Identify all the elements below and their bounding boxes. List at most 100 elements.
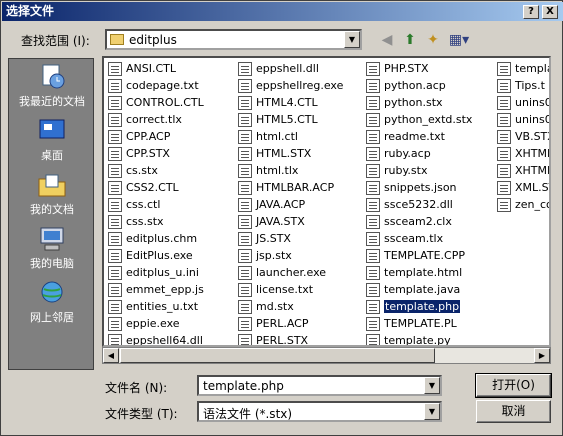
file-item[interactable]: python.acp [366,77,446,94]
filename-input[interactable]: template.php ▼ [197,375,442,396]
help-button[interactable]: ? [523,5,539,19]
look-in-dropdown[interactable]: editplus ▼ [105,29,362,50]
file-item[interactable]: JS.STX [238,230,291,247]
file-item[interactable]: css.stx [108,213,164,230]
file-item[interactable]: unins0 [497,111,549,128]
chevron-down-icon[interactable]: ▼ [424,403,440,420]
file-item[interactable]: eppshell.dll [238,60,319,77]
file-item[interactable]: ruby.stx [366,162,427,179]
file-item[interactable]: html.ctl [238,128,298,145]
file-item[interactable]: ssceam2.clx [366,213,452,230]
file-icon [108,232,122,246]
file-item[interactable]: PERL.STX [238,332,308,345]
horizontal-scrollbar[interactable]: ◀ ▶ [102,347,551,364]
file-item[interactable]: PERL.ACP [238,315,309,332]
file-item[interactable]: codepage.txt [108,77,199,94]
file-item[interactable]: cs.stx [108,162,158,179]
file-list[interactable]: ANSI.CTL codepage.txt CONTROL.CTL correct.t… [102,56,551,347]
file-item[interactable]: HTML5.CTL [238,111,318,128]
file-icon [238,266,252,280]
up-folder-icon[interactable]: ⬆ [399,29,421,51]
file-item[interactable]: readme.txt [366,128,445,145]
file-item[interactable]: TEMPLATE.PL [366,315,457,332]
file-icon [366,62,380,76]
file-item[interactable]: template.html [366,264,462,281]
file-item[interactable]: CSS2.CTL [108,179,179,196]
open-button[interactable]: 打开(O) [475,373,552,398]
file-item[interactable]: HTML.STX [238,145,311,162]
file-item[interactable]: CPP.ACP [108,128,170,145]
file-item[interactable]: ssce5232.dll [366,196,453,213]
file-item[interactable]: python_extd.stx [366,111,472,128]
file-item[interactable]: template.java [366,281,460,298]
file-item[interactable]: launcher.exe [238,264,326,281]
file-item[interactable]: ruby.acp [366,145,431,162]
file-item[interactable]: HTMLBAR.ACP [238,179,334,196]
file-item[interactable]: template.php [366,298,461,315]
file-item[interactable]: CPP.STX [108,145,170,162]
back-arrow-icon[interactable]: ◀ [376,29,398,51]
scroll-thumb[interactable] [120,348,435,363]
file-item[interactable]: md.stx [238,298,294,315]
file-item[interactable]: JAVA.ACP [238,196,305,213]
file-item[interactable]: correct.tlx [108,111,182,128]
file-item[interactable]: unins0 [497,94,551,111]
file-dialog: 选择文件 ? X 查找范围 (I): editplus ▼ ◀ ⬆ ✦ ▦▾ 我… [0,0,563,436]
file-item[interactable]: zen_co [497,196,549,213]
place-label: 网上邻居 [30,311,74,324]
file-name: css.stx [126,215,164,228]
file-item[interactable]: XHTMLB [497,162,549,179]
file-item[interactable]: eppshellreg.exe [238,77,343,94]
file-item[interactable]: editplus_u.ini [108,264,199,281]
close-button[interactable]: X [542,5,558,19]
new-folder-icon[interactable]: ✦ [422,29,444,51]
file-name: unins0 [515,96,551,109]
file-icon [108,300,122,314]
file-item[interactable]: emmet_epp.js [108,281,204,298]
file-item[interactable]: snippets.json [366,179,457,196]
file-item[interactable]: XHTML. [497,145,549,162]
file-item[interactable]: XML.ST [497,179,549,196]
file-item[interactable]: ssceam.tlx [366,230,443,247]
filetype-dropdown[interactable]: 语法文件 (*.stx) ▼ [197,401,442,422]
file-item[interactable]: editplus.chm [108,230,197,247]
file-item[interactable]: JAVA.STX [238,213,305,230]
file-item[interactable]: entities_u.txt [108,298,198,315]
file-item[interactable]: Tips.t [497,77,545,94]
cancel-button[interactable]: 取消 [476,400,551,423]
chevron-down-icon[interactable]: ▼ [344,31,360,48]
file-item[interactable]: python.stx [366,94,443,111]
file-icon [108,62,122,76]
place-my-computer[interactable]: 我的电脑 [9,223,95,277]
file-item[interactable]: templa [497,60,549,77]
file-name: ssceam2.clx [384,215,452,228]
file-name: launcher.exe [256,266,327,279]
file-item[interactable]: PHP.STX [366,60,429,77]
file-name: XML.ST [515,181,549,194]
place-desktop[interactable]: 桌面 [9,115,95,169]
file-item[interactable]: eppie.exe [108,315,180,332]
place-my-documents[interactable]: 我的文档 [9,169,95,223]
file-item[interactable]: ANSI.CTL [108,60,176,77]
scroll-left-icon[interactable]: ◀ [103,348,119,363]
file-item[interactable]: eppshell64.dll [108,332,203,345]
view-menu-icon[interactable]: ▦▾ [446,29,472,51]
file-item[interactable]: jsp.stx [238,247,292,264]
file-item[interactable]: TEMPLATE.CPP [366,247,465,264]
file-item[interactable]: VB.STX [497,128,549,145]
place-recent[interactable]: 我最近的文档 [9,61,95,115]
file-name: entities_u.txt [126,300,199,313]
file-name: TEMPLATE.PL [384,317,457,330]
file-item[interactable]: license.txt [238,281,313,298]
chevron-down-icon[interactable]: ▼ [424,377,440,394]
file-name: css.ctl [126,198,161,211]
file-icon [238,198,252,212]
file-item[interactable]: HTML4.CTL [238,94,318,111]
file-item[interactable]: css.ctl [108,196,160,213]
file-item[interactable]: CONTROL.CTL [108,94,204,111]
file-item[interactable]: html.tlx [238,162,298,179]
scroll-right-icon[interactable]: ▶ [534,348,550,363]
place-network[interactable]: 网上邻居 [9,277,95,331]
file-item[interactable]: template.py [366,332,451,345]
file-item[interactable]: EditPlus.exe [108,247,193,264]
